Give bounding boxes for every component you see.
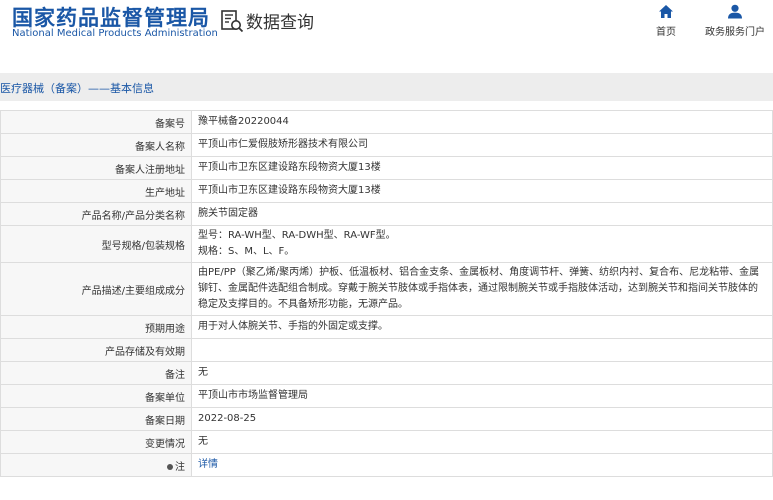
row-value: 详情 [191,453,773,477]
row-value [191,338,773,362]
row-value: 型号：RA-WH型、RA-DWH型、RA-WF型。 规格：S、M、L、F。 [191,225,773,263]
table-row: 预期用途 用于对人体腕关节、手指的外固定或支撑。 [0,315,773,339]
row-label: 备案日期 [0,407,192,431]
row-label: 变更情况 [0,430,192,454]
breadcrumb: 医疗器械（备案）——基本信息 [0,82,154,95]
row-value: 用于对人体腕关节、手指的外固定或支撑。 [191,315,773,339]
row-label: 产品存储及有效期 [0,338,192,362]
table-row: 备案日期 2022-08-25 [0,407,773,431]
row-value: 2022-08-25 [191,407,773,431]
table-row: 备案号 豫平械备20220044 [0,110,773,134]
table-row: 注 详情 [0,453,773,477]
page-title: 数据查询 [246,13,314,33]
table-row: 备案人名称 平顶山市仁爱假肢矫形器技术有限公司 [0,133,773,157]
row-value: 无 [191,430,773,454]
row-label: 备案号 [0,110,192,134]
row-label: 备案单位 [0,384,192,408]
nav-home-label: 首页 [656,27,676,38]
table-row: 备案人注册地址 平顶山市卫东区建设路东段物资大厦13楼 [0,156,773,180]
model-line: 型号：RA-WH型、RA-DWH型、RA-WF型。 [198,230,396,241]
home-icon [659,5,673,18]
row-value: 腕关节固定器 [191,202,773,226]
row-value: 豫平械备20220044 [191,110,773,134]
row-label: 预期用途 [0,315,192,339]
row-label: 备注 [0,361,192,385]
row-value: 平顶山市卫东区建设路东段物资大厦13楼 [191,156,773,180]
row-label: 产品名称/产品分类名称 [0,202,192,226]
table-row: 备注 无 [0,361,773,385]
nav-service-portal-label: 政务服务门户 [705,27,765,38]
site-logo-en: National Medical Products Administration [12,28,218,39]
table-row: 产品名称/产品分类名称 腕关节固定器 [0,202,773,226]
table-row: 产品存储及有效期 [0,338,773,362]
row-value: 无 [191,361,773,385]
table-row: 变更情况 无 [0,430,773,454]
detail-table: 备案号 豫平械备20220044 备案人名称 平顶山市仁爱假肢矫形器技术有限公司… [0,110,773,477]
table-row: 产品描述/主要组成成分 由PE/PP（聚乙烯/聚丙烯）护板、低温板材、铝合金支条… [0,262,773,316]
site-header: 国家药品监督管理局 National Medical Products Admi… [0,0,773,64]
row-label: 产品描述/主要组成成分 [0,262,192,316]
row-label: 备案人注册地址 [0,156,192,180]
row-label: 注 [0,453,192,477]
row-value: 平顶山市仁爱假肢矫形器技术有限公司 [191,133,773,157]
row-label: 备案人名称 [0,133,192,157]
nav-home[interactable]: 首页 [652,4,680,38]
row-label: 型号规格/包装规格 [0,225,192,263]
details-link[interactable]: 详情 [198,459,218,470]
data-query-icon [221,10,244,33]
nav-service-portal[interactable]: 政务服务门户 [703,4,767,38]
row-label: 生产地址 [0,179,192,203]
user-icon [728,4,742,19]
row-value: 平顶山市市场监督管理局 [191,384,773,408]
table-row: 型号规格/包装规格 型号：RA-WH型、RA-DWH型、RA-WF型。 规格：S… [0,225,773,263]
note-label: 注 [175,461,185,473]
table-row: 生产地址 平顶山市卫东区建设路东段物资大厦13楼 [0,179,773,203]
spec-line: 规格：S、M、L、F。 [198,246,295,257]
breadcrumb-bar: 医疗器械（备案）——基本信息 [0,73,773,101]
row-value: 平顶山市卫东区建设路东段物资大厦13楼 [191,179,773,203]
table-row: 备案单位 平顶山市市场监督管理局 [0,384,773,408]
row-value: 由PE/PP（聚乙烯/聚丙烯）护板、低温板材、铝合金支条、金属板材、角度调节杆、… [191,262,773,316]
bullet-icon [167,463,173,470]
